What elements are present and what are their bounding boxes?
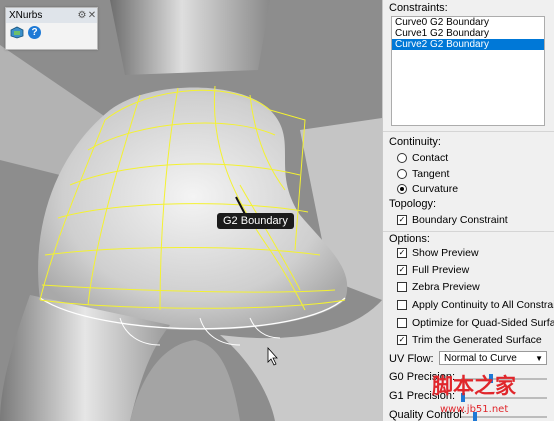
xnurbs-title: XNurbs	[9, 10, 43, 21]
checkbox-checked-icon: ✓	[397, 265, 407, 275]
watermark-logo: 脚本之家	[432, 373, 516, 398]
continuity-tangent-radio[interactable]: Tangent	[397, 168, 449, 180]
continuity-curvature-radio[interactable]: Curvature	[397, 183, 458, 195]
checkbox-label: Full Preview	[412, 264, 470, 276]
topology-label: Topology:	[389, 198, 437, 210]
checkbox-label: Boundary Constraint	[412, 214, 508, 226]
checkbox-label: Optimize for Quad-Sided Surface	[412, 317, 554, 329]
close-icon[interactable]: ✕	[87, 10, 97, 21]
radio-label: Curvature	[412, 183, 459, 195]
quality-control-slider[interactable]	[461, 412, 547, 421]
chevron-down-icon: ▼	[535, 354, 543, 363]
checkbox-icon	[397, 318, 407, 328]
boundary-constraint-checkbox[interactable]: ✓ Boundary Constraint	[397, 214, 508, 226]
checkbox-label: Show Preview	[412, 247, 479, 259]
apply-continuity-checkbox[interactable]: Apply Continuity to All Constraints	[397, 299, 554, 311]
viewport-3d[interactable]: XNurbs ⚙ ✕ ? G2 Boundary	[0, 0, 382, 421]
full-preview-checkbox[interactable]: ✓ Full Preview	[397, 264, 469, 276]
watermark-url: www.jb51.net	[440, 404, 509, 415]
help-icon[interactable]: ?	[28, 26, 41, 39]
trim-surface-checkbox[interactable]: ✓ Trim the Generated Surface	[397, 334, 542, 346]
radio-icon	[397, 153, 407, 163]
gear-icon[interactable]: ⚙	[77, 10, 87, 21]
constraint-item[interactable]: Curve0 G2 Boundary	[392, 17, 544, 28]
radio-label: Contact	[412, 152, 449, 164]
continuity-label: Continuity:	[389, 136, 441, 148]
continuity-contact-radio[interactable]: Contact	[397, 152, 448, 164]
xnurbs-titlebar[interactable]: XNurbs ⚙ ✕	[6, 8, 97, 23]
optimize-quad-checkbox[interactable]: Optimize for Quad-Sided Surface	[397, 317, 554, 329]
checkbox-checked-icon: ✓	[397, 335, 407, 345]
xnurbs-toolbar: XNurbs ⚙ ✕ ?	[5, 7, 98, 50]
constraint-item-selected[interactable]: Curve2 G2 Boundary	[392, 39, 544, 50]
zebra-preview-checkbox[interactable]: Zebra Preview	[397, 281, 480, 293]
checkbox-icon	[397, 282, 407, 292]
xnurbs-options-panel: Constraints: Curve0 G2 Boundary Curve1 G…	[382, 0, 554, 421]
surface-render	[0, 0, 382, 421]
g2-boundary-annotation: G2 Boundary	[217, 213, 294, 229]
constraint-item[interactable]: Curve1 G2 Boundary	[392, 28, 544, 39]
options-label: Options:	[389, 233, 430, 245]
radio-selected-icon	[397, 184, 407, 194]
checkbox-checked-icon: ✓	[397, 215, 407, 225]
checkbox-label: Zebra Preview	[412, 281, 480, 293]
checkbox-label: Apply Continuity to All Constraints	[412, 299, 554, 311]
checkbox-icon	[397, 300, 407, 310]
uv-flow-value: Normal to Curve	[444, 353, 517, 364]
uv-flow-label: UV Flow:	[389, 353, 434, 365]
checkbox-label: Trim the Generated Surface	[412, 334, 542, 346]
constraints-list[interactable]: Curve0 G2 Boundary Curve1 G2 Boundary Cu…	[391, 16, 545, 126]
xnurbs-surface-icon[interactable]	[10, 26, 24, 39]
uv-flow-select[interactable]: Normal to Curve ▼	[439, 351, 547, 365]
checkbox-checked-icon: ✓	[397, 248, 407, 258]
divider	[383, 231, 554, 232]
xnurbs-tools: ?	[6, 23, 97, 42]
radio-label: Tangent	[412, 168, 450, 180]
show-preview-checkbox[interactable]: ✓ Show Preview	[397, 247, 479, 259]
divider	[383, 131, 554, 132]
constraints-label: Constraints:	[389, 2, 448, 14]
radio-icon	[397, 169, 407, 179]
